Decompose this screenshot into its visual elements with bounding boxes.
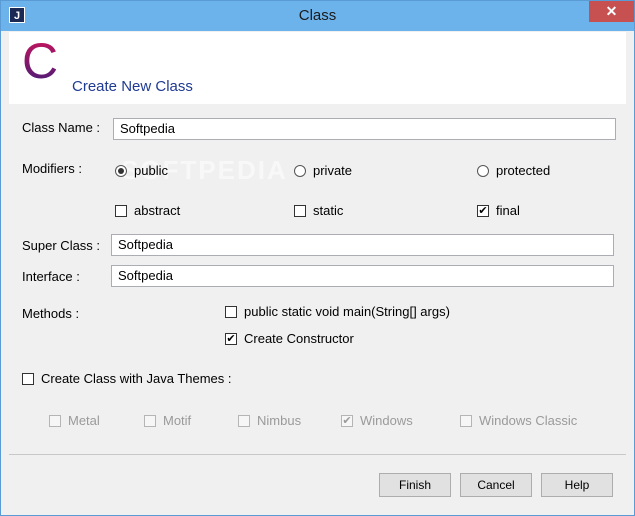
super-class-label: Super Class : bbox=[22, 238, 101, 253]
radio-private[interactable]: private bbox=[294, 163, 352, 178]
checkbox-java-themes-label: Create Class with Java Themes : bbox=[41, 371, 232, 386]
radio-public[interactable]: public bbox=[115, 163, 168, 178]
logo-letter: C bbox=[23, 38, 58, 84]
theme-windows-classic-box bbox=[460, 414, 472, 427]
interface-input[interactable]: Softpedia bbox=[111, 265, 614, 287]
checkbox-constructor-box[interactable]: ✔ bbox=[225, 332, 237, 345]
theme-nimbus-label: Nimbus bbox=[257, 413, 302, 428]
checkbox-abstract-box[interactable] bbox=[115, 204, 127, 217]
java-app-icon: J bbox=[9, 7, 25, 23]
radio-protected-indicator[interactable] bbox=[477, 164, 489, 177]
theme-metal-label: Metal bbox=[68, 413, 100, 428]
checkbox-main-method-label: public static void main(String[] args) bbox=[244, 304, 450, 319]
theme-nimbus-box bbox=[238, 414, 250, 427]
radio-private-label: private bbox=[313, 163, 353, 178]
class-dialog: Class J ✕ C Create New Class SOFTPEDIA C… bbox=[0, 0, 635, 516]
finish-button[interactable]: Finish bbox=[379, 473, 451, 497]
super-class-input[interactable]: Softpedia bbox=[111, 234, 614, 256]
theme-windows-box: ✔ bbox=[341, 414, 353, 427]
methods-label: Methods : bbox=[22, 306, 80, 321]
checkbox-constructor[interactable]: ✔ Create Constructor bbox=[225, 331, 354, 346]
class-logo-icon: C bbox=[23, 38, 58, 84]
theme-motif-box bbox=[144, 414, 156, 427]
radio-protected-label: protected bbox=[496, 163, 551, 178]
theme-windows-classic-label: Windows Classic bbox=[479, 413, 578, 428]
checkbox-final-label: final bbox=[496, 203, 520, 218]
window-title: Class bbox=[298, 7, 337, 24]
theme-windows-classic: Windows Classic bbox=[460, 413, 577, 428]
cancel-button[interactable]: Cancel bbox=[460, 473, 532, 497]
theme-metal: Metal bbox=[49, 413, 100, 428]
checkbox-static-box[interactable] bbox=[294, 204, 306, 217]
header-title: Create New Class bbox=[72, 78, 193, 95]
theme-nimbus: Nimbus bbox=[238, 413, 301, 428]
checkbox-java-themes-box[interactable] bbox=[22, 372, 34, 385]
class-name-label: Class Name : bbox=[22, 120, 101, 135]
close-button[interactable]: ✕ bbox=[589, 1, 634, 22]
checkbox-final-box[interactable]: ✔ bbox=[477, 204, 489, 217]
checkbox-main-method-box[interactable] bbox=[225, 305, 237, 318]
checkbox-abstract-label: abstract bbox=[134, 203, 181, 218]
radio-private-indicator[interactable] bbox=[294, 164, 306, 177]
checkbox-static-label: static bbox=[313, 203, 344, 218]
checkbox-abstract[interactable]: abstract bbox=[115, 203, 180, 218]
radio-public-indicator[interactable] bbox=[115, 164, 127, 177]
class-name-input[interactable]: Softpedia bbox=[113, 118, 616, 140]
radio-protected[interactable]: protected bbox=[477, 163, 550, 178]
checkbox-static[interactable]: static bbox=[294, 203, 343, 218]
checkbox-java-themes[interactable]: Create Class with Java Themes : bbox=[22, 371, 232, 386]
theme-metal-box bbox=[49, 414, 61, 427]
radio-public-label: public bbox=[134, 163, 168, 178]
checkbox-constructor-label: Create Constructor bbox=[244, 331, 354, 346]
title-bar[interactable]: Class J ✕ bbox=[1, 1, 634, 31]
checkbox-main-method[interactable]: public static void main(String[] args) bbox=[225, 304, 450, 319]
help-button[interactable]: Help bbox=[541, 473, 613, 497]
checkbox-final[interactable]: ✔ final bbox=[477, 203, 520, 218]
theme-motif-label: Motif bbox=[163, 413, 192, 428]
dialog-header: C Create New Class bbox=[9, 32, 626, 104]
interface-label: Interface : bbox=[22, 269, 80, 284]
theme-windows: ✔ Windows bbox=[341, 413, 413, 428]
theme-motif: Motif bbox=[144, 413, 191, 428]
button-separator bbox=[9, 454, 626, 455]
modifiers-label: Modifiers : bbox=[22, 161, 82, 176]
theme-windows-label: Windows bbox=[360, 413, 413, 428]
